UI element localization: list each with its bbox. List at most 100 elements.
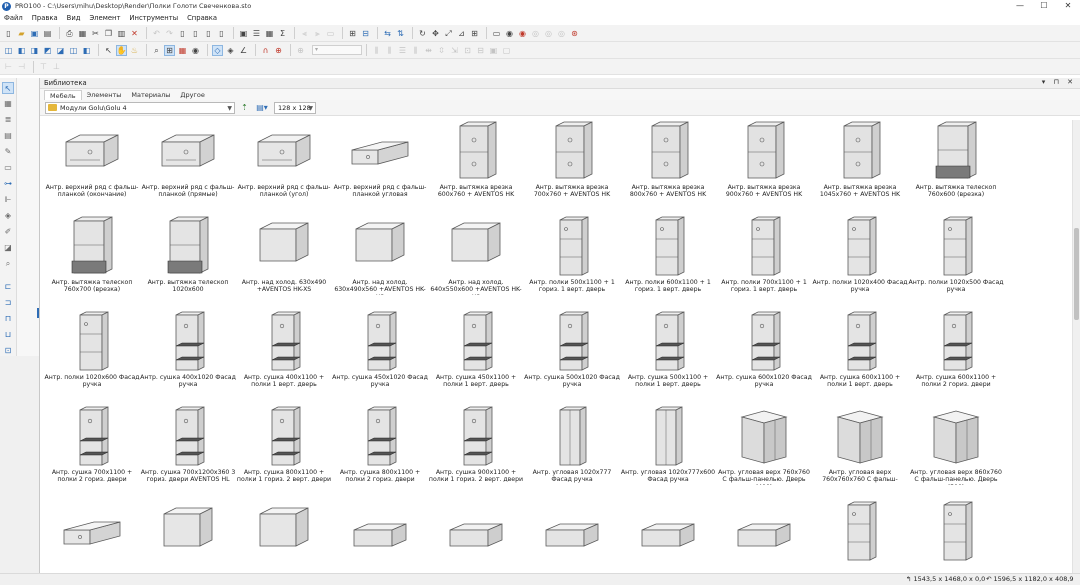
move-icon[interactable]: ✥: [430, 28, 441, 39]
target-icon[interactable]: ⊕: [273, 45, 284, 56]
library-item[interactable]: Антр. угловая 1020x777x600 Фасад ручка: [620, 405, 716, 500]
library-item[interactable]: Антр. сушка 400x1020 Фасад ручка: [140, 310, 236, 405]
library-item[interactable]: Антр. сушка 400x1100 + полки 1 верт. две…: [236, 310, 332, 405]
document-copy-icon[interactable]: ▯: [190, 28, 201, 39]
library-item[interactable]: Антр. угловая верх 760x760x760 С фальш-п…: [812, 405, 908, 500]
close-button[interactable]: ✕: [1056, 0, 1080, 12]
library-item[interactable]: Антр. полки 700x1100 + 1 гориз. 1 верт. …: [716, 215, 812, 310]
library-item[interactable]: Антр. угловая 1020x777 Фасад ручка: [524, 405, 620, 500]
library-item[interactable]: Антр. сушка 700x1200x360 3 гориз. двери …: [140, 405, 236, 500]
pointer-tool-icon[interactable]: ↖: [2, 82, 14, 94]
view-eye-red-icon[interactable]: ◉: [517, 28, 528, 39]
equal-depth-icon[interactable]: ⇲: [449, 45, 460, 56]
grid-tool-icon[interactable]: ▦: [2, 98, 14, 110]
library-item[interactable]: Антр. полки 500x1100 + 1 гориз. 1 верт. …: [524, 215, 620, 310]
thumbnail-size-select[interactable]: 128 x 128 ▼: [274, 101, 316, 114]
view-mode-icon[interactable]: ▤▾: [254, 102, 270, 113]
library-item[interactable]: Антр. угловая верх 760x760 С фальш-панел…: [716, 405, 812, 500]
library-item[interactable]: Антр. вытяжка телескоп 760x700 (врезка): [44, 215, 140, 310]
snap-point-icon[interactable]: ◇: [212, 44, 223, 56]
library-item[interactable]: Антр. над холод. 630x490x560 +AVENTOS HK…: [332, 215, 428, 310]
render3-icon[interactable]: ◎: [556, 28, 567, 39]
align-right-icon[interactable]: ▭: [325, 28, 336, 39]
render-icon[interactable]: ◎: [530, 28, 541, 39]
menu-help[interactable]: Справка: [187, 14, 217, 22]
properties-icon[interactable]: ▦: [77, 28, 88, 39]
document-list-icon[interactable]: ▯: [216, 28, 227, 39]
lamp-icon[interactable]: ♨: [129, 45, 140, 56]
library-item[interactable]: Антр. сушка 800x1100 + полки 2 гориз. дв…: [332, 405, 428, 500]
snap-object-icon[interactable]: ⊟: [360, 28, 371, 39]
flip-icon[interactable]: ⇅: [395, 28, 406, 39]
maximize-button[interactable]: ☐: [1032, 0, 1056, 12]
library-item[interactable]: Антр. верхний ряд с фальш-планкой углова…: [332, 120, 428, 215]
vertical-scrollbar[interactable]: [1072, 120, 1080, 575]
redo-icon[interactable]: ↷: [164, 28, 175, 39]
panel-splitter[interactable]: [17, 78, 39, 356]
library-item[interactable]: Антр. сушка 500x1100 + полки 1 верт. две…: [620, 310, 716, 405]
tab-furniture[interactable]: Мебель: [44, 90, 82, 100]
stack-icon[interactable]: ☰: [397, 45, 408, 56]
paste-icon[interactable]: ▥: [116, 28, 127, 39]
angle-icon[interactable]: ∠: [238, 45, 249, 56]
align-right-tool-icon[interactable]: ⊐: [2, 297, 14, 309]
view-perspective-icon[interactable]: ◧: [81, 45, 92, 56]
minimize-button[interactable]: —: [1008, 0, 1032, 12]
library-item[interactable]: Антр. полки 1020x600 Фасад ручка: [44, 310, 140, 405]
library-item[interactable]: Антр. сушка 800x1100 + полки 1 гориз. 2 …: [236, 405, 332, 500]
library-item[interactable]: Антр. полки 1020x400 Фасад ручка: [812, 215, 908, 310]
render2-icon[interactable]: ◎: [543, 28, 554, 39]
zoom-combobox[interactable]: ▾: [312, 45, 362, 55]
library-item[interactable]: Антр. сушка 600x1100 + полки 2 гориз. дв…: [908, 310, 1004, 405]
open-folder-icon[interactable]: ▰: [16, 28, 27, 39]
align-top-tool-icon[interactable]: ⊓: [2, 313, 14, 325]
library-item[interactable]: Антр. вытяжка врезка 800x760 + AVENTOS H…: [620, 120, 716, 215]
spacing-icon[interactable]: ⫼: [410, 45, 421, 56]
fill-tool-icon[interactable]: ◈: [2, 210, 14, 222]
view-eye-icon[interactable]: ◉: [504, 28, 515, 39]
library-item[interactable]: Антр. вытяжка врезка 900x760 + AVENTOS H…: [716, 120, 812, 215]
snap-edge-icon[interactable]: ◈: [225, 45, 236, 56]
library-item[interactable]: Антр. верхний ряд с фальш-планкой (угол): [236, 120, 332, 215]
dim-horizontal-icon[interactable]: ⊢: [3, 61, 14, 72]
equal-width-icon[interactable]: ⇹: [423, 45, 434, 56]
folder-path-select[interactable]: Модули Golu\Golu 4 ▼: [45, 101, 235, 114]
view-iso-icon[interactable]: ◫: [68, 45, 79, 56]
dim-height-icon[interactable]: ⊤: [38, 61, 49, 72]
library-item[interactable]: Антр. вытяжка телескоп 760x600 (врезка): [908, 120, 1004, 215]
grid-icon[interactable]: ▦: [264, 28, 275, 39]
list-icon[interactable]: ☰: [251, 28, 262, 39]
menu-element[interactable]: Элемент: [89, 14, 120, 22]
rotate-icon[interactable]: ↻: [417, 28, 428, 39]
folder-up-icon[interactable]: ⇡: [239, 102, 250, 113]
tab-materials[interactable]: Материалы: [126, 90, 175, 100]
library-item[interactable]: Антр. над холод. 640x550x600 +AVENTOS HK…: [428, 215, 524, 310]
distribute-v-icon[interactable]: ⫼: [384, 45, 395, 56]
tab-elements[interactable]: Элементы: [82, 90, 127, 100]
align-center-icon[interactable]: ⫸: [312, 28, 323, 39]
print-icon[interactable]: ⎙: [64, 28, 75, 39]
select-arrow-icon[interactable]: ↖: [103, 45, 114, 56]
save-icon[interactable]: ▣: [29, 28, 40, 39]
document-icon[interactable]: ▯: [177, 28, 188, 39]
library-item[interactable]: Антр. сушка 700x1100 + полки 2 гориз. дв…: [44, 405, 140, 500]
view-front-icon[interactable]: ◧: [16, 45, 27, 56]
library-item[interactable]: Антр. над холод. 630x490 +AVENTOS HK-XS: [236, 215, 332, 310]
align-left-icon[interactable]: ⫷: [299, 28, 310, 39]
library-panel-controls[interactable]: ▾ ⊓ ✕: [1042, 78, 1076, 86]
library-item[interactable]: Антр. сушка 450x1100 + полки 1 верт. две…: [428, 310, 524, 405]
pan-icon[interactable]: ✋: [116, 44, 127, 56]
view-top-icon[interactable]: ◫: [3, 45, 14, 56]
align-left-tool-icon[interactable]: ⊏: [2, 281, 14, 293]
library-item[interactable]: Антр. сушка 600x1020 Фасад ручка: [716, 310, 812, 405]
library-item[interactable]: Антр. сушка 500x1020 Фасад ручка: [524, 310, 620, 405]
snap-grid-icon[interactable]: ⊞: [347, 28, 358, 39]
library-item[interactable]: Антр. угловая верх 860x760 С фальш-панел…: [908, 405, 1004, 500]
stairs-tool-icon[interactable]: ≣: [2, 114, 14, 126]
align-bottom-tool-icon[interactable]: ⊔: [2, 329, 14, 341]
sum-icon[interactable]: Σ: [277, 28, 288, 39]
library-item[interactable]: Антр. сушка 900x1100 + полки 1 гориз. 2 …: [428, 405, 524, 500]
wall-icon[interactable]: ▭: [491, 28, 502, 39]
wireframe-icon[interactable]: ⊞: [164, 44, 175, 56]
fit-icon[interactable]: ⤢: [443, 28, 454, 39]
